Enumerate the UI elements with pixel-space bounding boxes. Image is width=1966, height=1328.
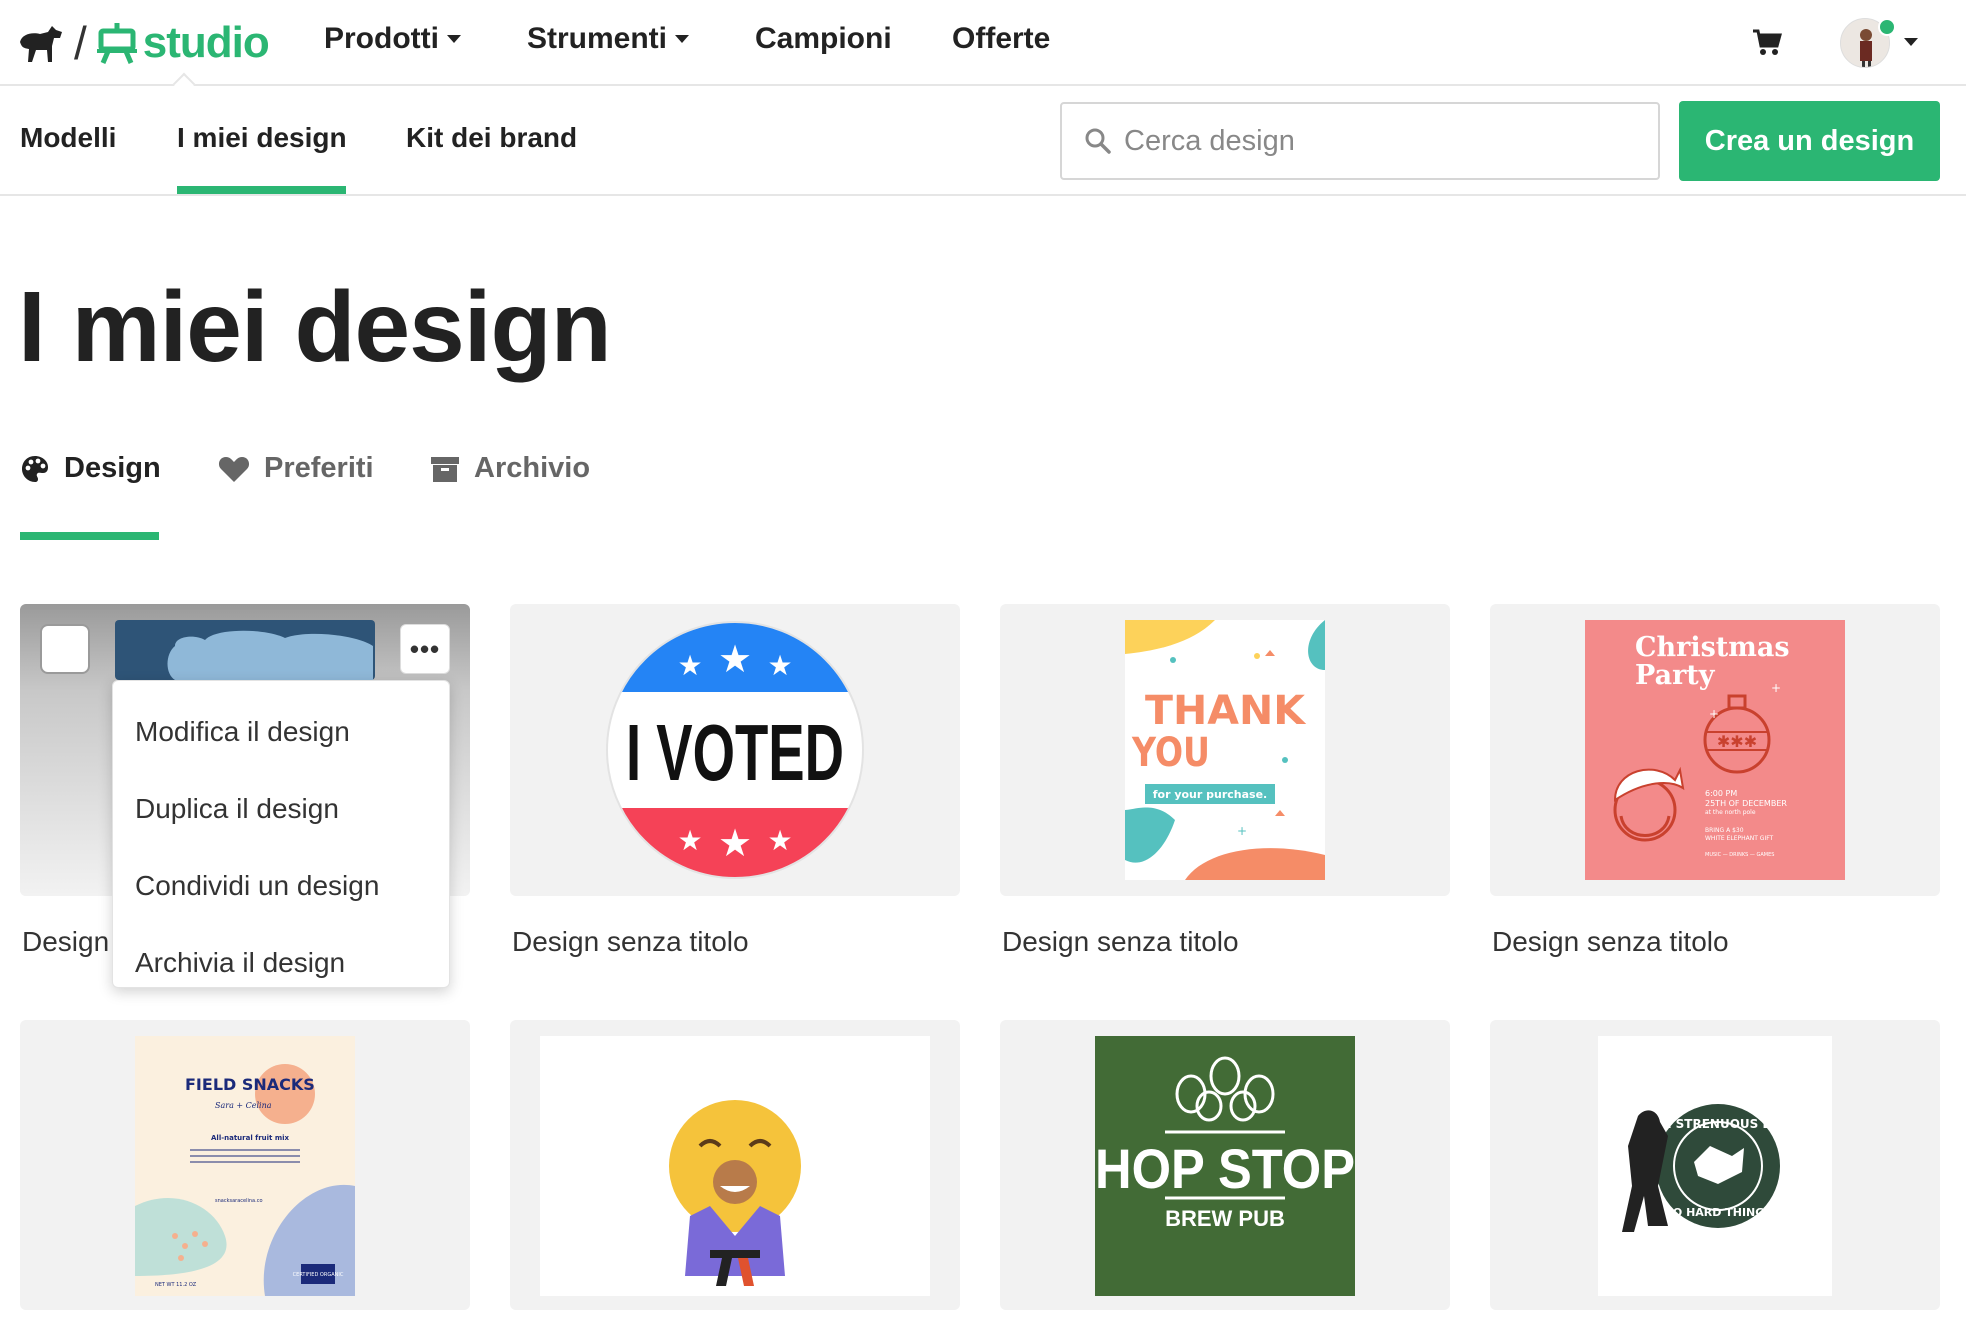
svg-text:All-natural fruit mix: All-natural fruit mix [211,1134,290,1142]
chevron-down-icon[interactable] [1904,38,1918,46]
tab-preferiti[interactable]: Preferiti [218,452,374,485]
tab-archivio[interactable]: Archivio [430,452,590,485]
svg-text:Sara + Celina: Sara + Celina [215,1101,272,1110]
cart-icon [1753,29,1782,55]
tab-preferiti-label: Preferiti [264,452,374,484]
design-thumbnail: THE STRENUOUS LIFE DO HARD THINGS [1598,1036,1832,1296]
design-card[interactable]: FIELD SNACKS Sara + Celina All-natural f… [20,1020,470,1310]
svg-text:★: ★ [677,824,702,857]
heart-icon [218,456,250,482]
design-thumbnail [540,1036,930,1296]
svg-text:BRING A $30: BRING A $30 [1705,827,1744,834]
svg-text:BREW PUB: BREW PUB [1165,1206,1285,1231]
thumb-text: I VOTED [626,708,844,797]
svg-text:DO HARD THINGS: DO HARD THINGS [1664,1206,1772,1219]
design-thumbnail: ★ ★ ★ ★ ★ ★ I VOTED [606,621,864,879]
archive-icon [431,456,459,482]
chevron-down-icon [446,35,461,43]
design-caption: Design senza titolo [512,926,749,957]
design-card[interactable]: THANK YOU for your purchase. + [1000,604,1450,896]
svg-text:HOP STOP: HOP STOP [1095,1137,1355,1200]
nav-offerte-label: Offerte [952,22,1051,55]
design-thumbnail: FIELD SNACKS Sara + Celina All-natural f… [135,1036,355,1296]
svg-text:★: ★ [767,824,792,857]
svg-text:for your purchase.: for your purchase. [1153,788,1268,801]
ellipsis-icon: ••• [409,633,441,664]
svg-text:FIELD SNACKS: FIELD SNACKS [185,1075,315,1094]
active-tab-indicator [177,186,346,194]
svg-text:YOU: YOU [1131,730,1210,776]
active-tab-indicator [20,532,159,540]
subnav-kit-brand[interactable]: Kit dei brand [406,122,577,154]
svg-text:Christmas: Christmas [1635,632,1790,663]
nav-campioni[interactable]: Campioni [755,22,892,56]
design-card[interactable]: THE STRENUOUS LIFE DO HARD THINGS [1490,1020,1940,1310]
svg-text:THE STRENUOUS LIFE: THE STRENUOUS LIFE [1645,1117,1791,1131]
menu-item-duplicate[interactable]: Duplica il design [113,770,449,847]
svg-text:25TH OF DECEMBER: 25TH OF DECEMBER [1705,799,1787,808]
design-context-menu: Modifica il design Duplica il design Con… [112,680,450,988]
svg-text:+: + [1771,681,1781,695]
menu-item-edit[interactable]: Modifica il design [113,693,449,770]
search-icon [1085,128,1111,154]
svg-text:+: + [1709,707,1719,721]
cart-button[interactable] [1752,28,1782,61]
svg-text:★: ★ [767,649,792,682]
svg-text:snacksaracelina.co: snacksaracelina.co [215,1198,263,1204]
sub-navbar: Modelli I miei design Kit dei brand Crea… [0,86,1966,196]
design-card[interactable]: ★ ★ ★ ★ ★ ★ I VOTED [510,604,960,896]
chevron-down-icon [675,35,690,43]
menu-item-share[interactable]: Condividi un design [113,847,449,924]
nav-prodotti[interactable]: Prodotti [324,22,461,56]
tab-archivio-label: Archivio [474,452,591,484]
nav-strumenti[interactable]: Strumenti [527,22,690,56]
svg-text:at the north pole: at the north pole [1705,809,1756,816]
logo[interactable]: / studio [18,17,270,69]
svg-text:CERTIFIED ORGANIC: CERTIFIED ORGANIC [293,1272,344,1278]
horse-logo-icon [20,26,62,62]
top-navbar: / studio Prodotti Strumenti Campioni Off… [0,0,1966,96]
search-box[interactable] [1060,102,1660,180]
design-card[interactable]: HOP STOP BREW PUB [1000,1020,1450,1310]
select-checkbox[interactable] [40,624,90,674]
nav-campioni-label: Campioni [755,22,892,55]
design-card[interactable] [510,1020,960,1310]
design-caption: Design [22,926,110,957]
menu-item-archive[interactable]: Archivia il design [113,924,449,1001]
svg-text:6:00 PM: 6:00 PM [1705,789,1737,798]
logo-text: studio [142,18,270,67]
design-card[interactable]: Christmas Party ✱✱✱ 6:00 PM 25TH OF DECE… [1490,604,1940,896]
logo-separator: / [74,17,87,69]
svg-text:★: ★ [677,649,702,682]
svg-text:★: ★ [718,821,752,865]
svg-text:★: ★ [718,637,752,681]
search-input[interactable] [1124,124,1644,158]
design-caption: Design senza titolo [1492,926,1729,957]
design-thumbnail: HOP STOP BREW PUB [1095,1036,1355,1296]
design-thumbnail: Christmas Party ✱✱✱ 6:00 PM 25TH OF DECE… [1585,620,1845,880]
svg-text:+: + [1237,824,1247,838]
palette-icon [22,455,48,482]
nav-prodotti-label: Prodotti [324,22,439,55]
svg-text:Party: Party [1635,660,1716,691]
online-status-badge [1878,18,1896,36]
svg-text:✱✱✱: ✱✱✱ [1717,732,1757,751]
easel-logo-icon [96,23,137,64]
svg-text:MUSIC — DRINKS — GAMES: MUSIC — DRINKS — GAMES [1705,852,1774,858]
tab-design-label: Design [64,452,161,484]
nav-offerte[interactable]: Offerte [952,22,1050,56]
design-thumbnail: THANK YOU for your purchase. + [1125,620,1325,880]
subnav-modelli[interactable]: Modelli [20,122,116,154]
svg-text:THANK: THANK [1145,688,1307,734]
tab-design[interactable]: Design [20,452,161,485]
design-thumbnail [115,620,375,680]
subnav-miei-design[interactable]: I miei design [177,122,347,154]
nav-strumenti-label: Strumenti [527,22,668,55]
svg-text:NET WT 11.2 OZ: NET WT 11.2 OZ [155,1282,197,1288]
more-options-button[interactable]: ••• [400,624,450,674]
design-caption: Design senza titolo [1002,926,1239,957]
svg-text:WHITE ELEPHANT GIFT: WHITE ELEPHANT GIFT [1705,835,1774,842]
page-title: I miei design [18,271,612,383]
create-design-button[interactable]: Crea un design [1679,101,1940,181]
